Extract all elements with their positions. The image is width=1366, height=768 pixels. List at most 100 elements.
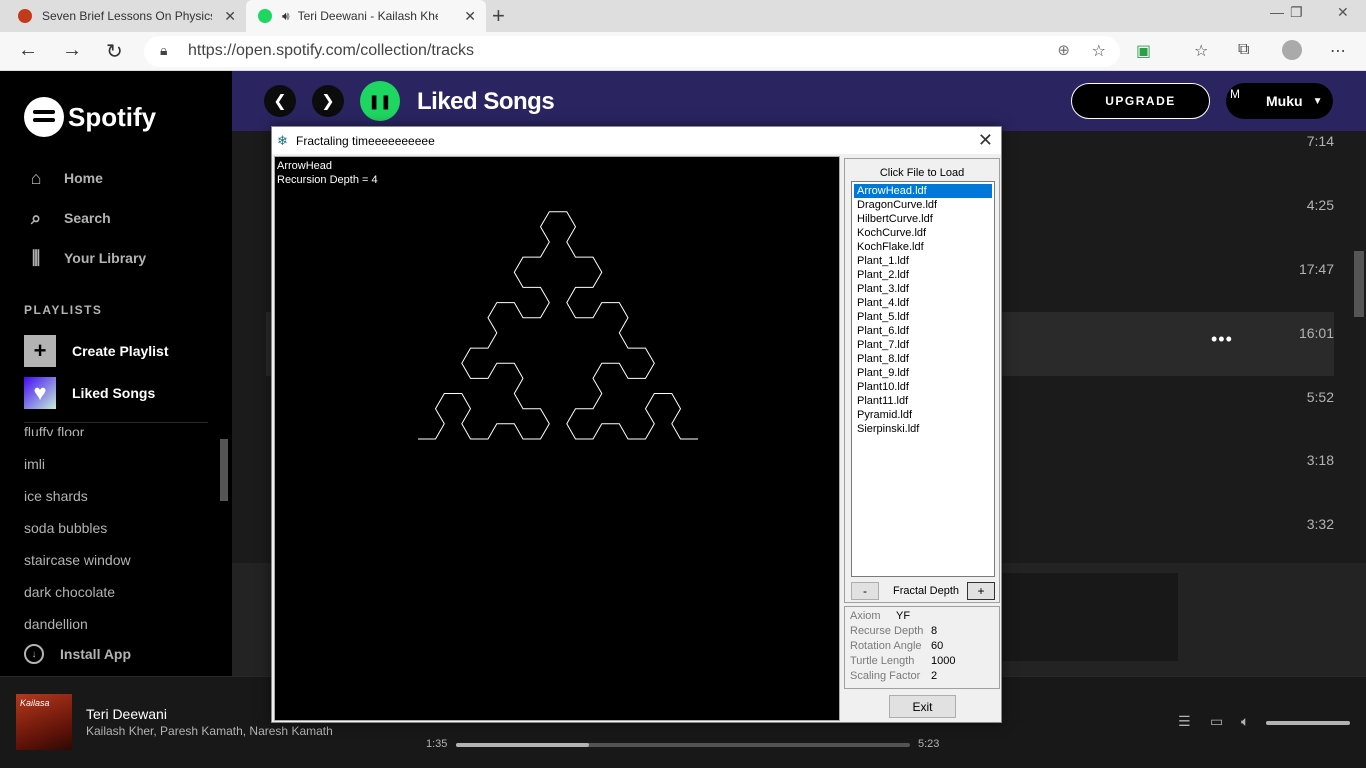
file-list-item[interactable]: Sierpinski.ldf <box>854 422 992 436</box>
canvas-fractal-name: ArrowHead <box>277 160 333 172</box>
create-playlist-button[interactable]: + Create Playlist <box>24 335 169 367</box>
nav-library-label: Your Library <box>64 250 147 266</box>
main-header: ❮ ❯ ❚❚ Liked Songs UPGRADE M Muku ▼ <box>232 71 1366 131</box>
close-tab-icon[interactable]: ✕ <box>224 8 236 25</box>
track-duration: 3:18 <box>1306 452 1334 468</box>
file-list-item[interactable]: Plant11.ldf <box>854 394 992 408</box>
close-dialog-icon[interactable]: ✕ <box>978 130 993 151</box>
browser-tab-spotify[interactable]: 🔊︎ Teri Deewani - Kailash Kher, Pare ✕ <box>246 0 486 32</box>
file-list-item[interactable]: HilbertCurve.ldf <box>854 212 992 226</box>
file-list-item[interactable]: Plant_5.ldf <box>854 310 992 324</box>
parameters-group: Axiom YF Recurse Depth 8 Rotation Angle 60 … <box>844 606 1000 689</box>
param-turtle-length: Turtle Length 1000 <box>850 655 956 667</box>
volume-slider[interactable] <box>1266 721 1350 725</box>
file-listbox[interactable]: ArrowHead.ldf DragonCurve.ldf HilbertCurve… <box>851 181 995 577</box>
file-list-item[interactable]: Plant_9.ldf <box>854 366 992 380</box>
spotify-logo[interactable]: Spotify <box>24 97 156 137</box>
liked-songs-link[interactable]: ♥ Liked Songs <box>24 377 155 409</box>
minimize-icon[interactable]: — <box>1270 4 1284 20</box>
file-list-item[interactable]: Plant_1.ldf <box>854 254 992 268</box>
file-list-item[interactable]: Plant_6.ldf <box>854 324 992 338</box>
time-total: 5:23 <box>918 738 940 750</box>
depth-minus-button[interactable]: - <box>851 582 879 600</box>
param-recurse-depth-value: 8 <box>931 625 938 637</box>
depth-plus-button[interactable]: + <box>967 582 995 600</box>
song-artists[interactable]: Kailash Kher, Paresh Kamath, Naresh Kama… <box>86 724 333 738</box>
track-duration: 17:47 <box>1298 261 1334 277</box>
exit-button[interactable]: Exit <box>889 695 956 718</box>
tab-title: Teri Deewani - Kailash Kher, Pare <box>297 9 438 23</box>
files-label: Click File to Load <box>879 167 965 179</box>
track-duration: 5:52 <box>1306 389 1334 405</box>
nav-home[interactable]: ⌂ Home <box>24 166 103 190</box>
sidebar-divider <box>24 422 208 423</box>
download-icon: ↓ <box>24 644 44 664</box>
snowflake-app-icon: ❄ <box>277 133 288 148</box>
param-scaling-factor-value: 2 <box>931 670 938 682</box>
more-options-icon[interactable]: ••• <box>1211 329 1233 350</box>
add-app-icon[interactable]: ⊕ <box>1057 41 1070 59</box>
profile-avatar[interactable] <box>1282 40 1302 60</box>
main-scrollbar[interactable] <box>1354 251 1364 317</box>
page-title: Liked Songs <box>417 88 555 115</box>
playlist-item[interactable]: ice shards <box>24 488 88 504</box>
file-list-item[interactable]: DragonCurve.ldf <box>854 198 992 212</box>
file-list-item[interactable]: Plant_4.ldf <box>854 296 992 310</box>
queue-icon[interactable]: ☰ <box>1178 713 1191 730</box>
playlist-item[interactable]: dandellion <box>24 616 88 632</box>
collections-icon[interactable]: ⧉ <box>1238 41 1249 59</box>
volume-icon[interactable]: 🔈︎ <box>1241 713 1249 730</box>
file-list-item[interactable]: Pyramid.ldf <box>854 408 992 422</box>
favorites-icon[interactable]: ☆ <box>1194 41 1208 61</box>
forward-arrow-button[interactable]: ❯ <box>312 85 344 117</box>
user-menu[interactable]: M Muku ▼ <box>1226 83 1333 119</box>
file-list-item[interactable]: KochFlake.ldf <box>854 240 992 254</box>
nav-library[interactable]: ⫼ Your Library <box>24 246 146 270</box>
chevron-left-icon: ❮ <box>273 93 287 110</box>
playlist-item[interactable]: imli <box>24 456 45 472</box>
param-axiom-value: YF <box>896 610 911 622</box>
back-icon[interactable]: ← <box>18 39 38 62</box>
close-window-icon[interactable]: ✕ <box>1337 4 1349 21</box>
back-arrow-button[interactable]: ❮ <box>264 85 296 117</box>
forward-icon[interactable]: → <box>62 39 82 62</box>
fractal-depth-label: Fractal Depth <box>893 585 960 597</box>
new-tab-icon[interactable]: + <box>492 3 505 29</box>
playlist-item[interactable]: soda bubbles <box>24 520 107 536</box>
install-app-button[interactable]: ↓ Install App <box>24 644 131 664</box>
menu-more-icon[interactable]: ⋯ <box>1330 41 1346 61</box>
file-list-item[interactable]: Plant_8.ldf <box>854 352 992 366</box>
favorite-star-icon[interactable]: ☆ <box>1092 41 1106 61</box>
sidebar-scrollbar[interactable] <box>220 439 228 501</box>
playlist-item[interactable]: fluffy floor <box>24 424 84 436</box>
home-icon: ⌂ <box>30 167 42 188</box>
refresh-icon[interactable]: ↻ <box>106 39 123 64</box>
tab-title: Seven Brief Lessons On Physics - <box>42 9 212 23</box>
playlist-item[interactable]: dark chocolate <box>24 584 115 600</box>
speaker-icon[interactable]: 🔊︎ <box>282 9 290 24</box>
file-list-item[interactable]: Plant_7.ldf <box>854 338 992 352</box>
nav-search[interactable]: ⌕ Search <box>24 206 111 230</box>
file-list-item[interactable]: Plant_2.ldf <box>854 268 992 282</box>
file-list-item[interactable]: ArrowHead.ldf <box>854 184 992 198</box>
upgrade-button[interactable]: UPGRADE <box>1071 83 1210 119</box>
song-title[interactable]: Teri Deewani <box>86 706 167 722</box>
file-list-item[interactable]: Plant10.ldf <box>854 380 992 394</box>
restore-icon[interactable]: ❐ <box>1290 4 1303 21</box>
close-tab-icon[interactable]: ✕ <box>464 8 476 25</box>
file-list-item[interactable]: Plant_3.ldf <box>854 282 992 296</box>
progress-bar[interactable] <box>456 743 910 747</box>
pause-button[interactable]: ❚❚ <box>360 81 400 121</box>
spotify-sidebar: Spotify ⌂ Home ⌕ Search ⫼ Your Library P… <box>0 71 232 676</box>
devices-icon[interactable]: ▭ <box>1210 713 1223 730</box>
url-text: https://open.spotify.com/collection/trac… <box>188 42 475 59</box>
album-cover[interactable]: Kailasa <box>16 694 72 750</box>
canvas-recursion-depth: Recursion Depth = 4 <box>277 174 378 186</box>
file-list-item[interactable]: KochCurve.ldf <box>854 226 992 240</box>
param-turtle-length-value: 1000 <box>931 655 956 667</box>
browser-tab-physics[interactable]: Seven Brief Lessons On Physics - ✕ <box>0 0 246 32</box>
playlist-item[interactable]: staircase window <box>24 552 131 568</box>
dialog-title: Fractaling timeeeeeeeeee <box>296 133 435 148</box>
address-bar[interactable]: 🔒︎ https://open.spotify.com/collection/t… <box>144 36 1120 67</box>
extension-icon[interactable]: ▣ <box>1136 41 1151 61</box>
